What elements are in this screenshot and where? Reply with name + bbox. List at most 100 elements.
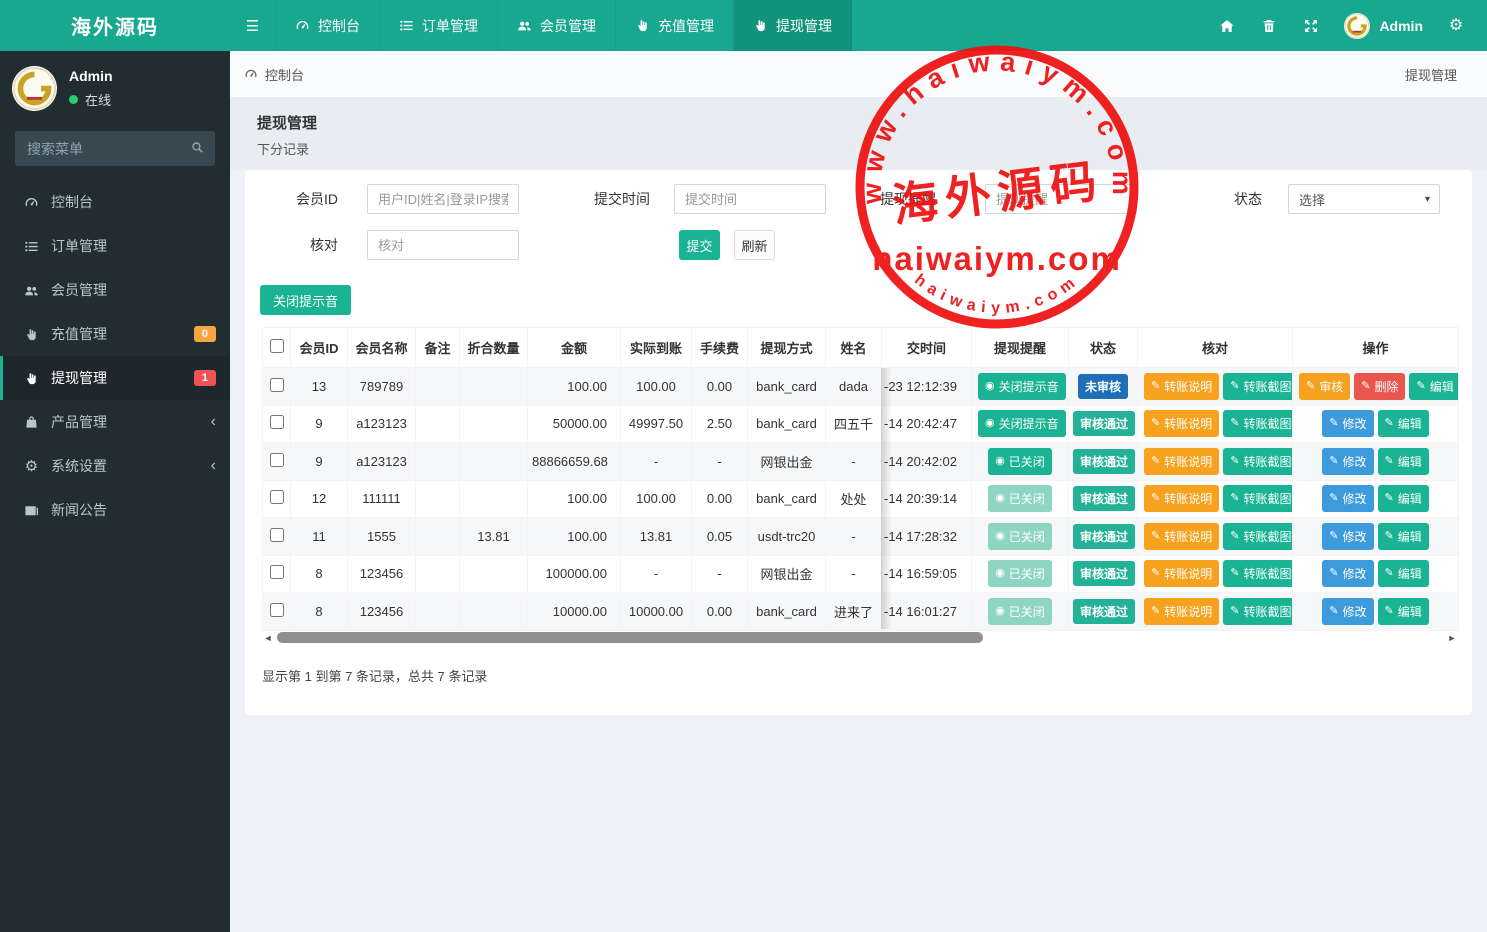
mute-sound-button[interactable]: 关闭提示音 (260, 285, 352, 315)
modify-button[interactable]: ✎ 修改 (1322, 410, 1374, 438)
edit-button[interactable]: ✎ 编辑 (1377, 522, 1429, 550)
sidebar-item-settings[interactable]: ⚙ 系统设置 ‹ (0, 444, 230, 488)
sound-toggle-button[interactable]: ◉ 已关闭 (988, 447, 1052, 475)
hand-up-icon (635, 18, 650, 33)
nav-item-members[interactable]: 会员管理 (498, 0, 616, 51)
member-id-input[interactable] (367, 184, 519, 214)
scroll-left-button[interactable]: ◄ (262, 633, 274, 643)
gauge-icon (24, 195, 39, 210)
users-icon (517, 18, 532, 33)
transfer-note-button[interactable]: ✎ 转账说明 (1144, 485, 1220, 513)
transfer-note-button[interactable]: ✎ 转账说明 (1144, 560, 1220, 588)
records-summary: 显示第 1 到第 7 条记录，总共 7 条记录 (262, 669, 488, 684)
transfer-screenshot-button[interactable]: ✎ 转账截图 (1223, 410, 1292, 438)
transfer-note-button[interactable]: ✎ 转账说明 (1144, 522, 1220, 550)
submit-button[interactable]: 提交 (679, 230, 720, 260)
edit-button[interactable]: ✎ 编辑 (1409, 372, 1458, 400)
fullscreen-button[interactable] (1290, 0, 1332, 51)
sidebar-item-withdraw[interactable]: 提现管理 1 (0, 356, 230, 400)
transfer-screenshot-button[interactable]: ✎ 转账截图 (1223, 522, 1292, 550)
row-checkbox[interactable] (269, 452, 284, 467)
transfer-note-button[interactable]: ✎ 转账说明 (1144, 410, 1220, 438)
modify-button[interactable]: ✎ 修改 (1322, 485, 1374, 513)
delete-button[interactable]: ✎ 删除 (1354, 372, 1406, 400)
submit-time-input[interactable] (674, 184, 826, 214)
audit-button[interactable]: ✎ 审核 (1299, 372, 1351, 400)
transfer-note-button[interactable]: ✎ 转账说明 (1144, 372, 1220, 400)
withdraw-remind-input[interactable] (985, 184, 1137, 214)
scroll-right-button[interactable]: ► (1446, 633, 1458, 643)
nav-item-withdraw[interactable]: 提现管理 (734, 0, 852, 51)
modify-button[interactable]: ✎ 修改 (1322, 560, 1374, 588)
scrollbar-thumb[interactable] (277, 632, 983, 643)
pencil-icon: ✎ (1151, 604, 1161, 617)
refresh-button[interactable]: 刷新 (734, 230, 775, 260)
navbar-right: Admin ⚙ (1206, 0, 1487, 51)
edit-button[interactable]: ✎ 编辑 (1377, 485, 1429, 513)
brand-logo[interactable]: 海外源码 (0, 0, 230, 51)
row-checkbox[interactable] (269, 377, 284, 392)
row-checkbox[interactable] (269, 415, 284, 430)
row-checkbox[interactable] (269, 602, 284, 617)
pencil-icon: ✎ (1230, 492, 1240, 505)
table-row: 11 1555 13.81 100.00 13.81 0.05 usdt-trc… (262, 517, 1459, 556)
clear-cache-button[interactable] (1248, 0, 1290, 51)
modify-button[interactable]: ✎ 修改 (1322, 597, 1374, 625)
modify-button[interactable]: ✎ 修改 (1322, 522, 1374, 550)
transfer-note-button[interactable]: ✎ 转账说明 (1144, 447, 1220, 475)
row-checkbox[interactable] (269, 565, 284, 580)
username-label: Admin (1379, 17, 1423, 34)
transfer-screenshot-button[interactable]: ✎ 转账截图 (1223, 560, 1292, 588)
nav-item-label: 会员管理 (540, 17, 596, 34)
sidebar-item-members[interactable]: 会员管理 (0, 268, 230, 312)
transfer-screenshot-button[interactable]: ✎ 转账截图 (1223, 372, 1292, 400)
check-label: 核对 (310, 237, 338, 253)
transfer-screenshot-button[interactable]: ✎ 转账截图 (1223, 447, 1292, 475)
cell-actual: 49997.50 (620, 404, 692, 443)
sidebar-item-orders[interactable]: 订单管理 (0, 224, 230, 268)
edit-button[interactable]: ✎ 编辑 (1377, 410, 1429, 438)
transfer-screenshot-button[interactable]: ✎ 转账截图 (1223, 597, 1292, 625)
transfer-note-button[interactable]: ✎ 转账说明 (1144, 597, 1220, 625)
nav-item-dashboard[interactable]: 控制台 (276, 0, 380, 51)
edit-button[interactable]: ✎ 编辑 (1377, 560, 1429, 588)
sound-toggle-button[interactable]: ◉ 关闭提示音 (978, 372, 1066, 400)
cell-amount: 50000.00 (527, 404, 621, 443)
sidebar-item-recharge[interactable]: 充值管理 0 (0, 312, 230, 356)
status-select[interactable]: 选择 ▾ (1288, 184, 1440, 214)
sound-toggle-button[interactable]: ◉ 已关闭 (988, 560, 1052, 588)
user-menu[interactable]: Admin (1332, 12, 1435, 39)
pencil-icon: ✎ (1151, 492, 1161, 505)
scrollbar-track[interactable] (274, 632, 1446, 643)
cell-amount: 100000.00 (527, 554, 621, 593)
modify-button[interactable]: ✎ 修改 (1322, 447, 1374, 475)
cell-member-id: 11 (290, 517, 348, 556)
pencil-icon: ✎ (1230, 454, 1240, 467)
row-checkbox[interactable] (269, 490, 284, 505)
sidebar-item-dashboard[interactable]: 控制台 (0, 180, 230, 224)
edit-button[interactable]: ✎ 编辑 (1377, 597, 1429, 625)
check-input[interactable] (367, 230, 519, 260)
sound-toggle-button[interactable]: ◉ 已关闭 (988, 522, 1052, 550)
search-button[interactable] (185, 138, 209, 160)
breadcrumb-dashboard-link[interactable]: 控制台 (244, 65, 304, 84)
nav-item-recharge[interactable]: 充值管理 (616, 0, 734, 51)
row-checkbox[interactable] (269, 527, 284, 542)
cell-time: -14 20:39:14 (881, 479, 972, 518)
withdraw-count-badge: 1 (193, 370, 216, 386)
cell-amount: 10000.00 (527, 592, 621, 631)
sound-toggle-button[interactable]: ◉ 已关闭 (988, 485, 1052, 513)
home-button[interactable] (1206, 0, 1248, 51)
nav-item-orders[interactable]: 订单管理 (380, 0, 498, 51)
transfer-screenshot-button[interactable]: ✎ 转账截图 (1223, 485, 1292, 513)
sidebar-item-products[interactable]: 产品管理 ‹ (0, 400, 230, 444)
sidebar-toggle-button[interactable]: ☰ (230, 0, 276, 51)
sound-toggle-button[interactable]: ◉ 已关闭 (988, 597, 1052, 625)
select-all-checkbox[interactable] (269, 339, 284, 353)
sound-toggle-button[interactable]: ◉ 关闭提示音 (978, 410, 1066, 438)
sidebar-item-news[interactable]: 新闻公告 (0, 488, 230, 532)
edit-button[interactable]: ✎ 编辑 (1377, 447, 1429, 475)
settings-button[interactable]: ⚙ (1435, 0, 1477, 51)
cell-actual: 100.00 (620, 479, 692, 518)
pencil-icon: ✎ (1361, 379, 1371, 392)
